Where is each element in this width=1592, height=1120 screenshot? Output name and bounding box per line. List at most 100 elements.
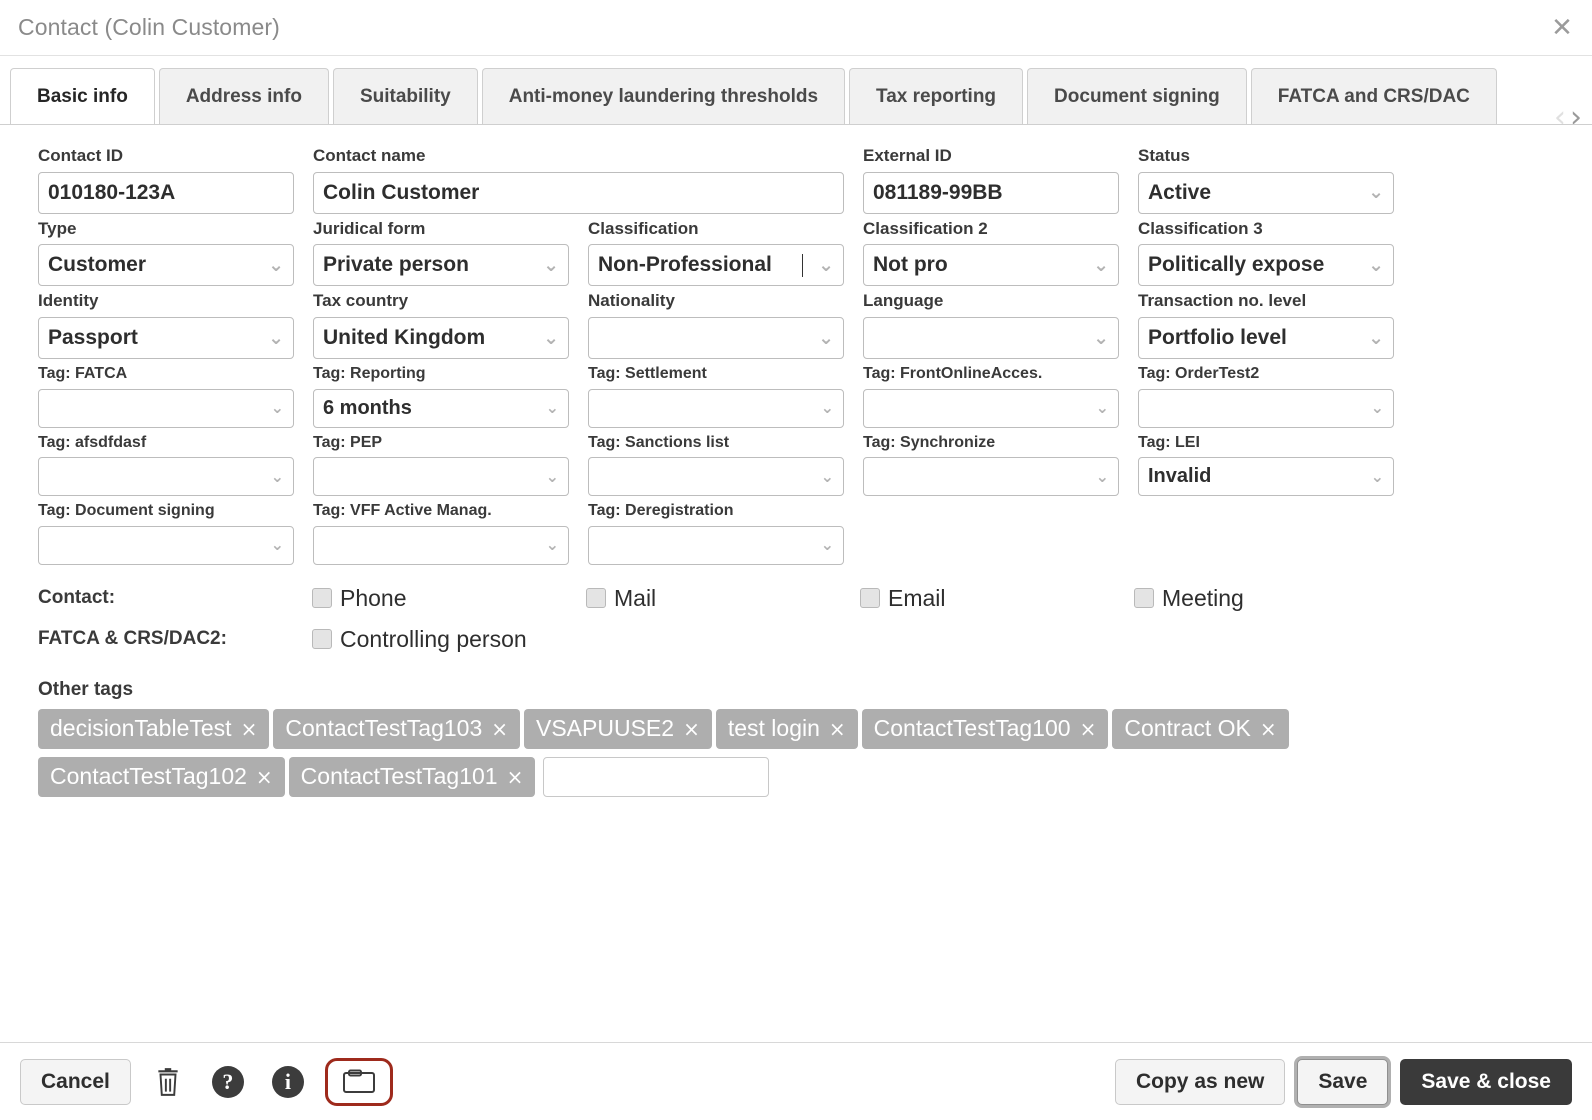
checkbox-icon[interactable]	[1134, 588, 1154, 609]
transaction-level-select[interactable]: Portfolio level ⌄	[1138, 317, 1394, 360]
external-id-input[interactable]: 081189-99BB	[863, 171, 1119, 214]
tag-synchronize-select[interactable]: ⌄	[863, 457, 1119, 497]
checkbox-phone[interactable]: Phone	[312, 585, 586, 612]
tab-fatca-crs-dac[interactable]: FATCA and CRS/DAC	[1250, 68, 1497, 124]
status-select[interactable]: Active ⌄	[1138, 171, 1394, 214]
field-value: 081189-99BB	[873, 180, 1003, 204]
tag-chip[interactable]: test login ×	[715, 708, 858, 749]
trash-icon[interactable]	[145, 1059, 191, 1105]
identity-select[interactable]: Passport ⌄	[38, 317, 294, 360]
tag-chip[interactable]: ContactTestTag103 ×	[273, 708, 520, 749]
save-button[interactable]: Save	[1297, 1058, 1389, 1105]
nationality-select[interactable]: ⌄	[588, 317, 844, 360]
tag-chip[interactable]: ContactTestTag102 ×	[38, 756, 285, 797]
remove-tag-icon[interactable]: ×	[491, 717, 508, 741]
help-icon[interactable]: ?	[205, 1059, 251, 1105]
type-select[interactable]: Customer ⌄	[38, 244, 294, 287]
remove-tag-icon[interactable]: ×	[829, 717, 846, 741]
tab-bar: Basic info Address info Suitability Anti…	[0, 56, 1592, 125]
tag-chip-label: test login	[727, 715, 820, 742]
field-label: Tag: OrderTest2	[1138, 365, 1260, 383]
classification-2-select[interactable]: Not pro ⌄	[863, 244, 1119, 287]
field-label: Juridical form	[313, 218, 426, 238]
tag-reporting-select[interactable]: 6 months ⌄	[313, 388, 569, 428]
tag-sanctions-list-select[interactable]: ⌄	[588, 457, 844, 497]
save-and-close-button[interactable]: Save & close	[1400, 1058, 1572, 1105]
remove-tag-icon[interactable]: ×	[241, 717, 258, 741]
classification-select[interactable]: Non-Professional ⌄	[588, 244, 844, 287]
chevron-down-icon: ⌄	[545, 535, 559, 555]
window-icon[interactable]	[324, 1057, 393, 1106]
classification-3-select[interactable]: Politically expose ⌄	[1138, 244, 1394, 287]
contact-form: Contact ID 010180-123A Contact name Coli…	[0, 125, 1592, 797]
field-label: Contact name	[313, 146, 426, 165]
field-tag-sanctions-list: Tag: Sanctions list ⌄	[588, 434, 844, 497]
remove-tag-icon[interactable]: ×	[256, 765, 273, 789]
field-label: Tag: Reporting	[313, 365, 426, 383]
tab-tax-reporting[interactable]: Tax reporting	[849, 68, 1024, 124]
tag-deregistration-select[interactable]: ⌄	[588, 525, 844, 565]
tag-chip[interactable]: ContactTestTag100 ×	[861, 708, 1109, 749]
field-tag-vff-active-manag: Tag: VFF Active Manag. ⌄	[313, 502, 569, 565]
chevron-down-icon: ⌄	[543, 253, 559, 276]
tab-basic-info[interactable]: Basic info	[10, 68, 155, 124]
tag-frontonlineacces-select[interactable]: ⌄	[863, 388, 1119, 428]
checkbox-label: Phone	[340, 584, 407, 611]
tag-lei-select[interactable]: Invalid ⌄	[1138, 457, 1394, 497]
checkbox-icon[interactable]	[586, 588, 606, 609]
tab-document-signing[interactable]: Document signing	[1027, 68, 1247, 124]
tab-suitability[interactable]: Suitability	[332, 68, 478, 124]
checkbox-icon[interactable]	[312, 588, 332, 609]
remove-tag-icon[interactable]: ×	[683, 717, 700, 741]
field-label: Classification	[588, 218, 699, 238]
checkbox-controlling-person[interactable]: Controlling person	[312, 626, 527, 653]
copy-as-new-button[interactable]: Copy as new	[1114, 1058, 1286, 1105]
checkbox-icon[interactable]	[312, 629, 332, 650]
add-tag-input[interactable]	[543, 756, 770, 797]
juridical-form-select[interactable]: Private person ⌄	[313, 244, 569, 287]
tag-chip-label: VSAPUUSE2	[536, 715, 675, 742]
field-label: Tag: LEI	[1138, 433, 1200, 451]
chevron-down-icon: ⌄	[1368, 253, 1384, 276]
chevron-down-icon: ⌄	[1368, 326, 1384, 349]
chevron-down-icon: ⌄	[270, 535, 284, 555]
tag-fatca-select[interactable]: ⌄	[38, 388, 294, 428]
chevron-left-icon[interactable]: ‹	[1554, 103, 1566, 125]
tag-document-signing-select[interactable]: ⌄	[38, 525, 294, 565]
tag-chip[interactable]: ContactTestTag101 ×	[288, 756, 536, 797]
tag-chip[interactable]: decisionTableTest ×	[38, 708, 270, 749]
chevron-right-icon[interactable]: ›	[1570, 103, 1582, 125]
tag-chip[interactable]: VSAPUUSE2 ×	[524, 708, 712, 749]
tag-settlement-select[interactable]: ⌄	[588, 388, 844, 428]
tag-pep-select[interactable]: ⌄	[313, 457, 569, 497]
tag-chip[interactable]: Contract OK ×	[1112, 708, 1289, 749]
checkbox-email[interactable]: Email	[860, 585, 1134, 612]
remove-tag-icon[interactable]: ×	[1260, 717, 1277, 741]
checkbox-icon[interactable]	[860, 588, 880, 609]
remove-tag-icon[interactable]: ×	[1080, 717, 1097, 741]
tag-ordertest2-select[interactable]: ⌄	[1138, 388, 1394, 428]
field-juridical-form: Juridical form Private person ⌄	[313, 218, 569, 287]
tag-chip-label: ContactTestTag100	[873, 715, 1071, 742]
cancel-button[interactable]: Cancel	[20, 1058, 131, 1105]
tab-scroll-controls: ‹ ›	[1524, 90, 1592, 125]
checkbox-mail[interactable]: Mail	[586, 585, 860, 612]
tab-address-info[interactable]: Address info	[158, 68, 329, 124]
tag-vff-active-manag-select[interactable]: ⌄	[313, 525, 569, 565]
field-tag-reporting: Tag: Reporting 6 months ⌄	[313, 365, 569, 428]
tax-country-select[interactable]: United Kingdom ⌄	[313, 317, 569, 360]
field-value: United Kingdom	[323, 326, 486, 350]
language-select[interactable]: ⌄	[863, 317, 1119, 360]
form-row-tags-2: Tag: afsdfdasf ⌄ Tag: PEP ⌄ Tag: Sanctio…	[38, 434, 1554, 503]
field-label: Tag: VFF Active Manag.	[313, 502, 492, 520]
tab-aml-thresholds[interactable]: Anti-money laundering thresholds	[481, 68, 846, 124]
info-icon[interactable]: i	[265, 1059, 311, 1105]
close-icon[interactable]: ✕	[1548, 14, 1576, 42]
tag-afsdfdasf-select[interactable]: ⌄	[38, 457, 294, 497]
chevron-down-icon: ⌄	[543, 326, 559, 349]
contact-name-input[interactable]: Colin Customer	[313, 171, 844, 214]
checkbox-meeting[interactable]: Meeting	[1134, 585, 1408, 612]
tag-chip-label: ContactTestTag102	[50, 763, 247, 790]
remove-tag-icon[interactable]: ×	[507, 765, 524, 789]
contact-id-input[interactable]: 010180-123A	[38, 171, 294, 214]
